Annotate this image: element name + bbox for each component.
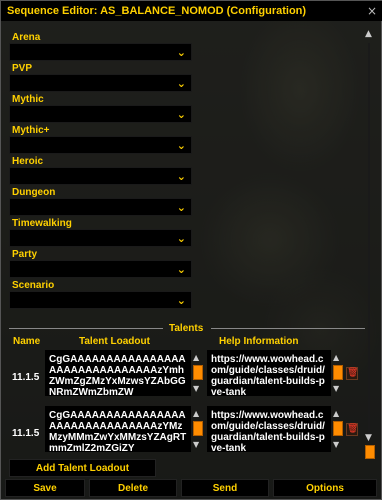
scroll-down-icon[interactable]: ▼ [365,433,372,443]
main-scrollbar[interactable]: ▲ ▼ [365,29,375,461]
env-section-timewalking: Timewalking ⌄ [9,218,365,249]
scroll-up-icon[interactable]: ▲ [193,353,199,362]
env-dropdown[interactable]: ⌄ [9,229,192,247]
env-label: Dungeon [12,187,56,198]
chevron-down-icon[interactable]: ⌄ [177,201,186,214]
env-label: Scenario [12,280,55,291]
trash-icon[interactable]: 🗑 [346,367,358,380]
talents-section-title: Talents [169,323,204,334]
env-dropdown[interactable]: ⌄ [9,260,192,278]
scroll-thumb[interactable] [333,365,343,380]
env-label: Mythic+ [12,125,50,136]
chevron-down-icon[interactable]: ⌄ [177,46,186,59]
help-information-field[interactable]: https://www.wowhead.com/guide/classes/dr… [207,406,331,452]
sequence-editor-window: Sequence Editor: AS_BALANCE_NOMOD (Confi… [0,0,382,500]
scroll-down-icon[interactable]: ▼ [193,440,199,449]
env-label: Party [12,249,38,260]
save-button[interactable]: Save [5,479,85,497]
chevron-down-icon[interactable]: ⌄ [177,77,186,90]
loadout-column-header: Talent Loadout [79,336,150,347]
send-button[interactable]: Send [181,479,269,497]
env-dropdown[interactable]: ⌄ [9,105,192,123]
scroll-thumb[interactable] [193,421,203,436]
env-label: Arena [12,32,41,43]
environment-list: Arena ⌄ PVP ⌄ Mythic ⌄ Mythic+ ⌄ Heroic … [9,32,365,311]
scroll-thumb[interactable] [193,365,203,380]
divider-line [211,328,365,329]
scroll-down-icon[interactable]: ▼ [193,384,199,393]
scroll-up-icon[interactable]: ▲ [365,29,372,39]
scroll-up-icon[interactable]: ▲ [333,353,339,362]
scroll-thumb[interactable] [333,421,343,436]
help-column-header: Help Information [219,336,299,347]
env-label: Heroic [12,156,44,167]
chevron-down-icon[interactable]: ⌄ [177,294,186,307]
chevron-down-icon[interactable]: ⌄ [177,139,186,152]
help-scrollbar[interactable]: ▲ ▼ [333,350,343,396]
env-section-scenario: Scenario ⌄ [9,280,365,311]
title-bar[interactable]: Sequence Editor: AS_BALANCE_NOMOD (Confi… [1,1,382,21]
add-talent-loadout-button[interactable]: Add Talent Loadout [9,459,156,477]
help-scrollbar[interactable]: ▲ ▼ [333,406,343,452]
loadout-scrollbar[interactable]: ▲ ▼ [193,350,203,396]
scroll-down-icon[interactable]: ▼ [333,440,339,449]
loadout-scrollbar[interactable]: ▲ ▼ [193,406,203,452]
env-section-mythic-plus: Mythic+ ⌄ [9,125,365,156]
scroll-up-icon[interactable]: ▲ [333,409,339,418]
env-dropdown[interactable]: ⌄ [9,136,192,154]
env-section-arena: Arena ⌄ [9,32,365,63]
env-section-party: Party ⌄ [9,249,365,280]
bottom-button-bar: Save Delete Send Options [5,479,377,497]
chevron-down-icon[interactable]: ⌄ [177,263,186,276]
scroll-down-icon[interactable]: ▼ [333,384,339,393]
talent-loadout-field[interactable]: CgGAAAAAAAAAAAAAAAAAAAAAAAAAAAAAAAzYMzMz… [45,406,191,452]
options-button[interactable]: Options [273,479,377,497]
window-title: Sequence Editor: AS_BALANCE_NOMOD (Confi… [7,5,307,17]
env-label: Timewalking [12,218,72,229]
env-dropdown[interactable]: ⌄ [9,74,192,92]
scroll-up-icon[interactable]: ▲ [193,409,199,418]
close-icon[interactable]: × [367,4,377,18]
env-label: PVP [12,63,33,74]
trash-icon[interactable]: 🗑 [346,423,358,436]
talent-name[interactable]: 11.1.5 [12,428,39,439]
env-section-dungeon: Dungeon ⌄ [9,187,365,218]
env-label: Mythic [12,94,44,105]
talents-divider: Talents [9,323,365,334]
talent-loadout-field[interactable]: CgGAAAAAAAAAAAAAAAAAAAAAAAAAAAAAAAzYmhZW… [45,350,191,396]
divider-line [9,328,163,329]
scroll-thumb[interactable] [365,445,375,459]
delete-button[interactable]: Delete [89,479,177,497]
name-column-header: Name [13,336,41,347]
talent-name[interactable]: 11.1.5 [12,372,39,383]
help-information-field[interactable]: https://www.wowhead.com/guide/classes/dr… [207,350,331,396]
chevron-down-icon[interactable]: ⌄ [177,170,186,183]
env-dropdown[interactable]: ⌄ [9,198,192,216]
chevron-down-icon[interactable]: ⌄ [177,108,186,121]
env-section-mythic: Mythic ⌄ [9,94,365,125]
env-dropdown[interactable]: ⌄ [9,167,192,185]
env-dropdown[interactable]: ⌄ [9,291,192,309]
chevron-down-icon[interactable]: ⌄ [177,232,186,245]
talent-row: 11.1.5 CgGAAAAAAAAAAAAAAAAAAAAAAAAAAAAAA… [9,406,365,458]
env-section-heroic: Heroic ⌄ [9,156,365,187]
env-section-pvp: PVP ⌄ [9,63,365,94]
talent-row: 11.1.5 CgGAAAAAAAAAAAAAAAAAAAAAAAAAAAAAA… [9,350,365,402]
scroll-track[interactable] [368,43,370,443]
env-dropdown[interactable]: ⌄ [9,43,192,61]
